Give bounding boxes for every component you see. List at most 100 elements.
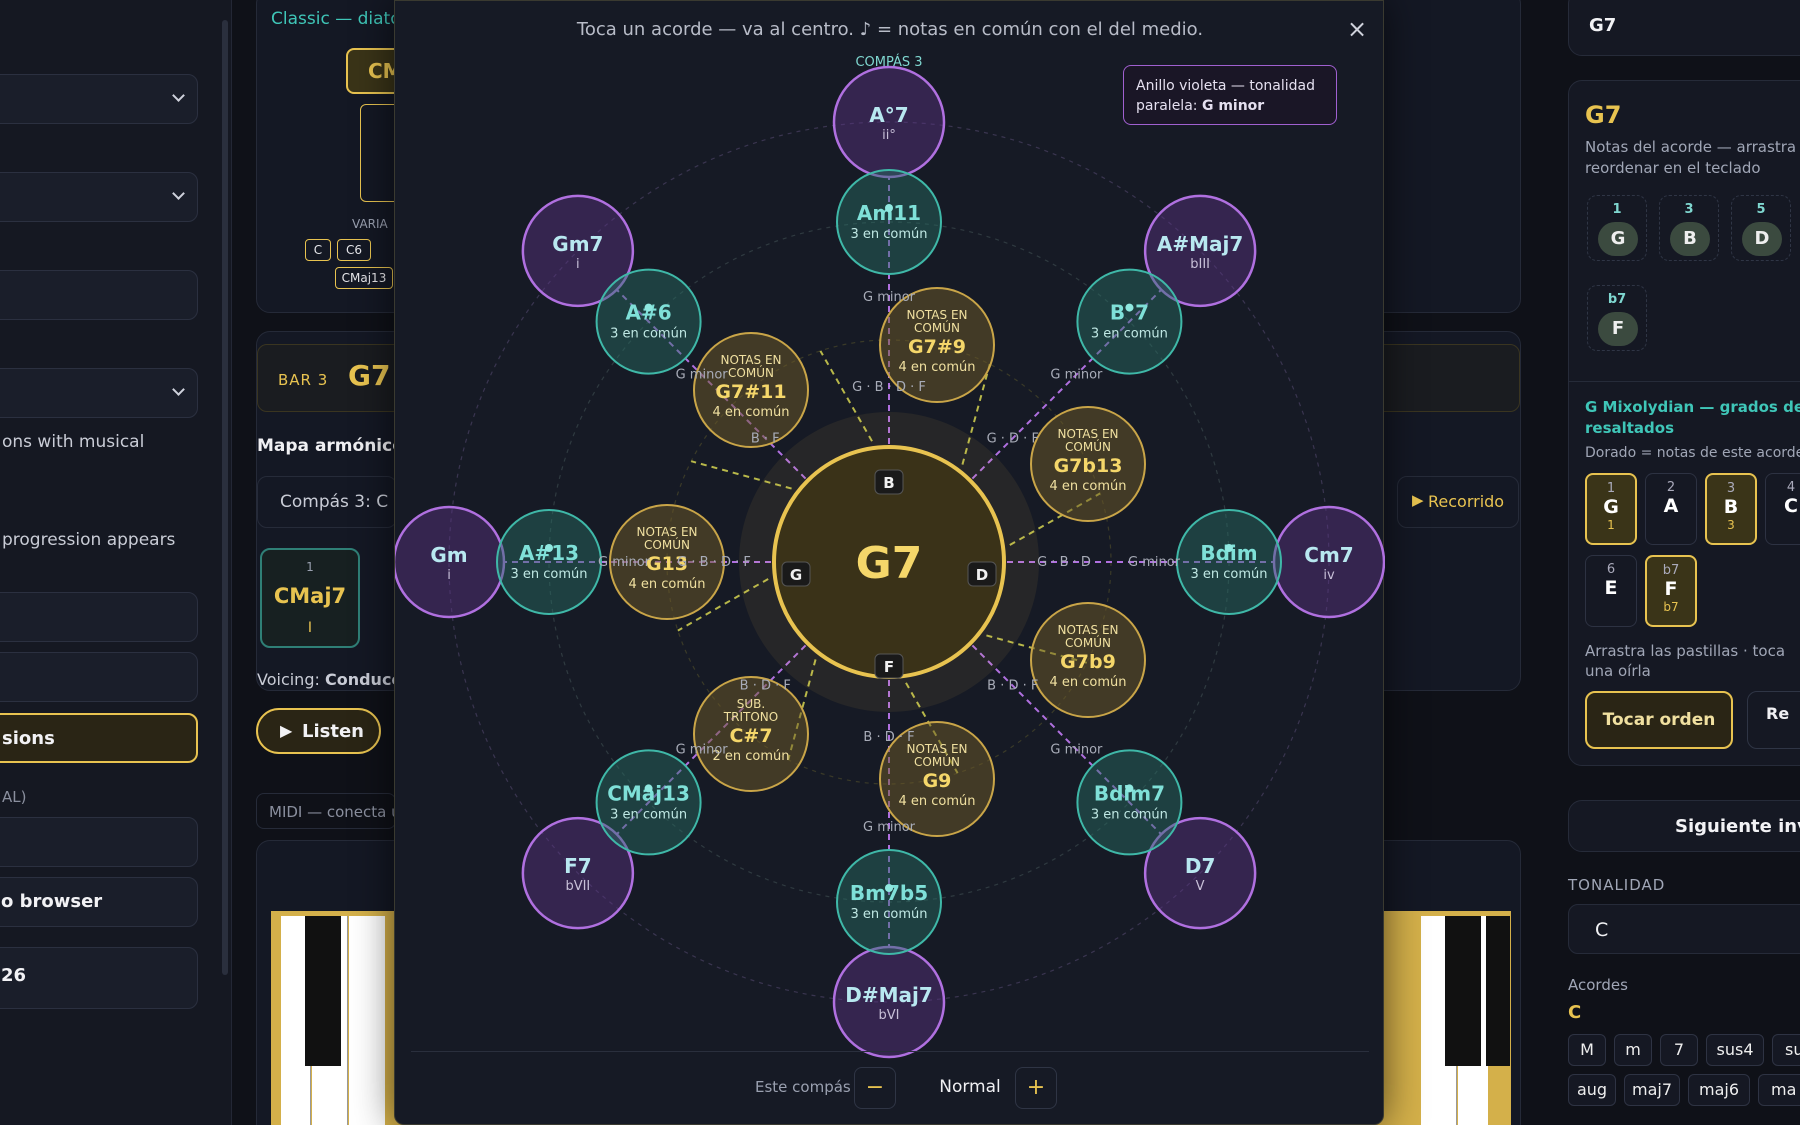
inner-chord-sub-2: 4 en común: [1049, 675, 1126, 690]
inner-chord-tag2-3: COMÚN: [914, 754, 960, 769]
este-compas-label: Este compás: [755, 1078, 851, 1096]
note-pill-d[interactable]: 5D: [1731, 195, 1791, 261]
spoke-key-label-4: G minor: [863, 820, 916, 835]
outer-chord-name-6: Gm: [430, 543, 467, 567]
chord-type-sus4[interactable]: sus4: [1706, 1034, 1764, 1066]
variation-label: VARIA: [352, 217, 388, 231]
inner-chord-tag-5: SUB.: [737, 697, 765, 711]
degree-2[interactable]: 2A: [1645, 473, 1697, 545]
mid-chord-sub-6: 3 en común: [510, 567, 587, 582]
inner-chord-tag2-0: COMÚN: [914, 320, 960, 335]
inner-chord-tag-7: NOTAS EN: [720, 353, 781, 367]
chord-detail-card: G7 Notas del acorde — arrastra reordenar…: [1568, 80, 1800, 766]
inner-chord-name-1: G7b13: [1054, 455, 1123, 477]
left-browser-field[interactable]: o browser: [0, 877, 198, 927]
left-panel: ons with musical progression appears sio…: [0, 0, 232, 1125]
outer-chord-roman-2: iv: [1323, 568, 1335, 583]
left-number-field[interactable]: 26: [0, 947, 198, 1009]
outer-chord-name-5: F7: [564, 854, 592, 878]
outer-chord-name-7: Gm7: [552, 232, 603, 256]
common-note-dot-0: [885, 204, 893, 212]
inner-chord-tag-2: NOTAS EN: [1057, 623, 1118, 637]
inner-chord-tag-3: NOTAS EN: [906, 742, 967, 756]
play-order-button[interactable]: Tocar orden: [1585, 691, 1733, 749]
spoke-key-label-6: G minor: [598, 555, 651, 570]
note-pill-f[interactable]: b7 F: [1587, 285, 1647, 351]
recorrido-button[interactable]: Recorrido ▶: [1397, 476, 1519, 528]
outer-chord-roman-1: bIII: [1190, 257, 1210, 272]
degree-3[interactable]: 3B3: [1705, 473, 1757, 545]
outer-chord-roman-4: bVI: [879, 1008, 900, 1023]
variant-cmaj13[interactable]: CMaj13: [335, 267, 393, 289]
left-input-2[interactable]: [0, 592, 198, 642]
spoke-key-label-5: G minor: [676, 742, 729, 757]
degree-1[interactable]: 1G1: [1585, 473, 1637, 545]
center-note-D: D: [976, 566, 988, 584]
inner-chord-sub-1: 4 en común: [1049, 479, 1126, 494]
speed-minus-button[interactable]: −: [854, 1067, 896, 1109]
chord-type-maj9[interactable]: ma: [1758, 1074, 1800, 1106]
center-note-G: G: [790, 566, 802, 584]
spoke-key-label-7: G minor: [676, 368, 729, 383]
left-select-2[interactable]: [0, 172, 198, 222]
spoke-key-label-2: G minor: [1128, 555, 1181, 570]
top-compas-label: COMPÁS 3: [855, 54, 922, 70]
left-input-4[interactable]: [0, 817, 198, 867]
listen-button[interactable]: ▶ Listen: [256, 708, 381, 754]
inner-chord-tag2-6: COMÚN: [644, 537, 690, 552]
inner-chord-tag-0: NOTAS EN: [906, 308, 967, 322]
chord-type-aug[interactable]: aug: [1568, 1074, 1616, 1106]
chords-root: C: [1568, 1002, 1582, 1023]
mid-chord-sub-1: 3 en común: [1091, 327, 1168, 342]
left-select-3[interactable]: [0, 368, 198, 418]
chevron-down-icon: [172, 89, 185, 102]
left-input-3[interactable]: [0, 652, 198, 702]
mid-chord-sub-4: 3 en común: [850, 907, 927, 922]
midi-field[interactable]: MIDI — conecta u: [256, 793, 401, 829]
variant-c[interactable]: C: [305, 239, 331, 261]
common-note-dot-1: [1125, 303, 1134, 312]
inner-chord-tag2-2: COMÚN: [1065, 635, 1111, 650]
chord-type-sus2[interactable]: su: [1772, 1034, 1800, 1066]
inner-chord-tag2-5: TRITONO: [723, 710, 778, 724]
degree-b7[interactable]: b7 Fb7: [1645, 555, 1697, 627]
chord-type-maj6[interactable]: maj6: [1688, 1074, 1750, 1106]
chord-title: G7: [1585, 101, 1622, 129]
left-scrollbar[interactable]: [222, 20, 228, 975]
inner-chord-sub-3: 4 en común: [898, 794, 975, 809]
chevron-down-icon: [172, 187, 185, 200]
outer-chord-name-1: A#Maj7: [1157, 232, 1243, 256]
voicing-line: Voicing: Conducc: [257, 670, 401, 689]
center-chord-label: G7: [856, 538, 923, 589]
left-active-button[interactable]: sions: [0, 713, 198, 763]
degree-4[interactable]: 4C: [1765, 473, 1800, 545]
next-inversion-button[interactable]: Siguiente inv: [1568, 800, 1800, 852]
left-select-1[interactable]: [0, 74, 198, 124]
degree-6[interactable]: 6E: [1585, 555, 1637, 627]
common-note-dot-3: [1125, 784, 1134, 793]
center-note-B: B: [883, 474, 894, 492]
chord-type-maj7[interactable]: maj7: [1624, 1074, 1680, 1106]
speed-value: Normal: [939, 1077, 1001, 1097]
chord-card-cmaj7[interactable]: 1 CMaj7 I: [260, 548, 360, 648]
spoke-key-label-1: G minor: [1050, 368, 1103, 383]
chord-type-7[interactable]: 7: [1660, 1034, 1698, 1066]
left-input-1[interactable]: [0, 270, 198, 320]
inner-chord-sub-6: 4 en común: [628, 577, 705, 592]
reset-button[interactable]: Re: [1747, 691, 1800, 749]
inner-chord-name-3: G9: [923, 770, 952, 792]
left-desc-2: progression appears: [2, 530, 176, 550]
note-pill-b[interactable]: 3B: [1659, 195, 1719, 261]
variant-c6[interactable]: C6: [337, 239, 371, 261]
common-note-dot-6: [545, 544, 553, 552]
chord-field[interactable]: G7: [1568, 0, 1800, 56]
compas-row[interactable]: Compás 3: C: [257, 476, 397, 528]
note-pill-g[interactable]: 1G: [1587, 195, 1647, 261]
center-note-F: F: [884, 658, 894, 676]
key-field[interactable]: C: [1568, 904, 1800, 954]
outer-chord-roman-5: bVII: [565, 879, 590, 894]
chord-type-m[interactable]: m: [1614, 1034, 1652, 1066]
chord-type-m-major[interactable]: M: [1568, 1034, 1606, 1066]
speed-plus-button[interactable]: +: [1015, 1067, 1057, 1109]
mid-chord-sub-5: 3 en común: [610, 807, 687, 822]
